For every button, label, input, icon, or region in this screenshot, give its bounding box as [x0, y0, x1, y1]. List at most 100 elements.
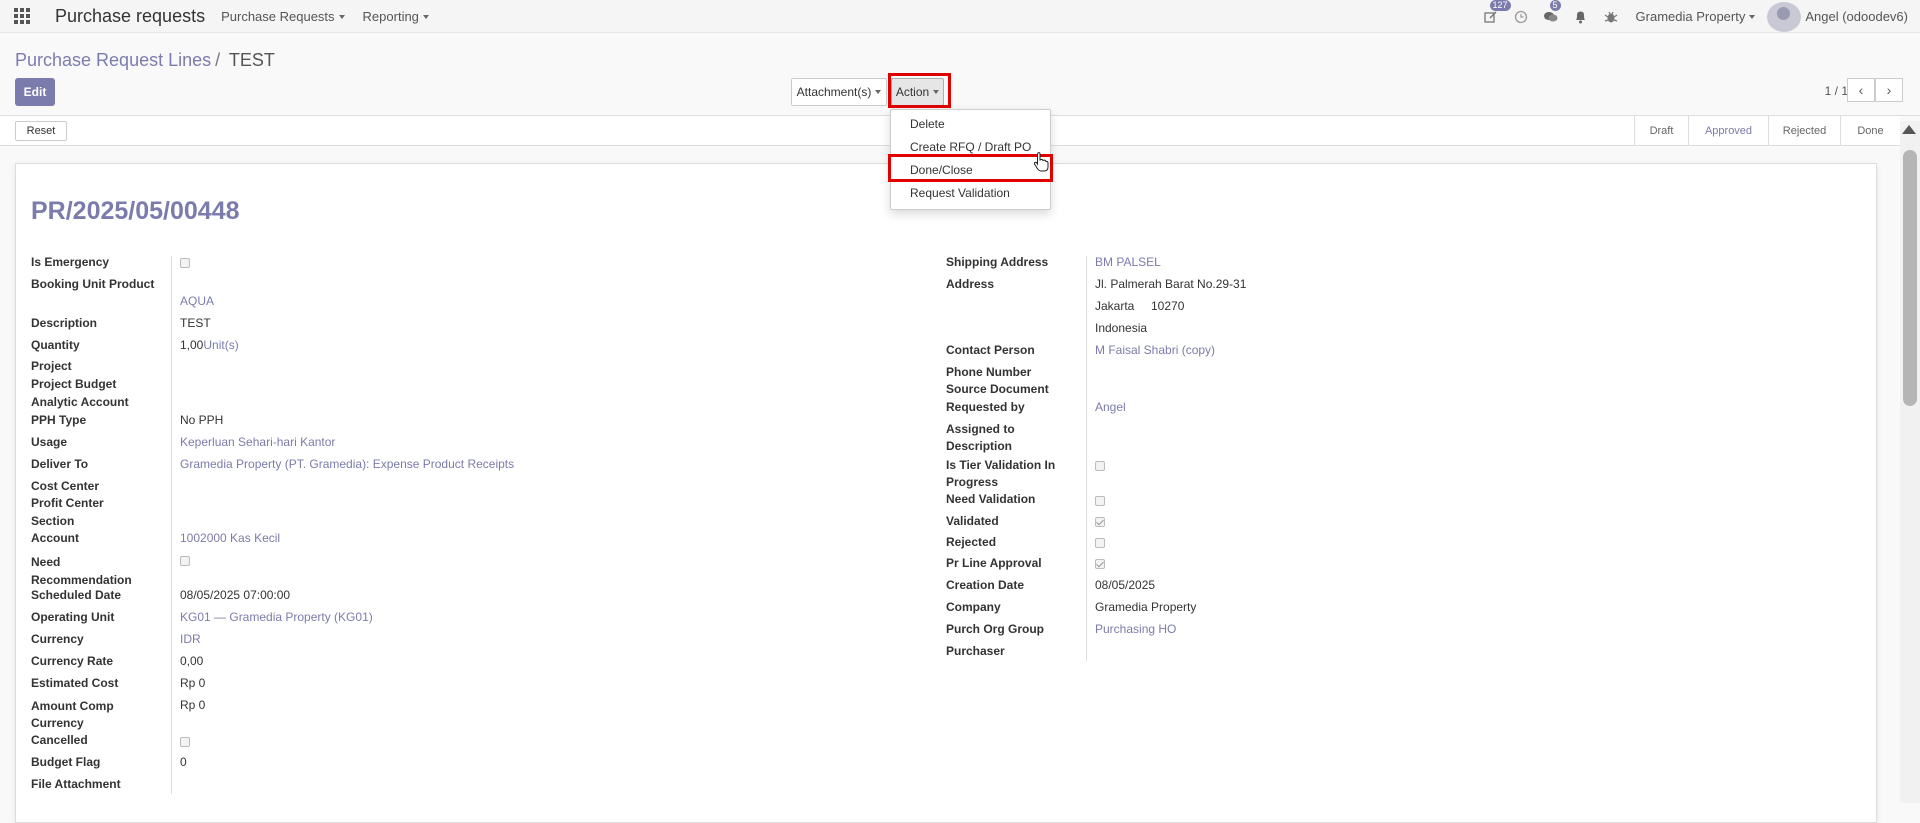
- value-company: Gramedia Property: [1095, 600, 1197, 614]
- user-menu[interactable]: Angel (odoodev6): [1805, 9, 1908, 24]
- value-pph-type: No PPH: [180, 413, 224, 427]
- label-currency: Currency: [31, 632, 84, 646]
- value-estimated-cost: Rp 0: [180, 676, 206, 690]
- scroll-up-icon[interactable]: [1902, 125, 1916, 134]
- value-address-zip: 10270: [1151, 299, 1185, 313]
- label-budget-flag: Budget Flag: [31, 755, 101, 769]
- right-column-divider: [1086, 256, 1087, 661]
- breadcrumb-current: TEST: [228, 50, 275, 70]
- breadcrumb-separator: /: [215, 50, 221, 70]
- label-description: Description: [31, 316, 98, 330]
- apps-menu-icon[interactable]: [0, 0, 44, 33]
- checkbox-rejected[interactable]: [1095, 538, 1105, 548]
- label-scheduled-date: Scheduled Date: [31, 588, 122, 602]
- pager-value[interactable]: 1 / 1: [1825, 84, 1848, 98]
- label-phone-number: Phone Number: [946, 365, 1032, 379]
- scrollbar-thumb[interactable]: [1903, 150, 1917, 406]
- menu-purchase-requests[interactable]: Purchase Requests: [221, 9, 345, 24]
- label-estimated-cost: Estimated Cost: [31, 676, 119, 690]
- label-is-tier-validation: Is Tier Validation In Progress: [946, 458, 1056, 489]
- label-usage: Usage: [31, 435, 68, 449]
- bell-icon[interactable]: [1566, 0, 1596, 33]
- label-is-emergency: Is Emergency: [31, 255, 110, 269]
- value-currency[interactable]: IDR: [180, 632, 201, 647]
- value-amount-comp-currency: Rp 0: [180, 698, 206, 712]
- value-requested-by[interactable]: Angel: [1095, 400, 1126, 415]
- label-validated: Validated: [946, 514, 999, 528]
- label-source-document: Source Document: [946, 382, 1049, 396]
- checkbox-is-tier-validation[interactable]: [1095, 461, 1105, 471]
- label-purchaser: Purchaser: [946, 644, 1005, 658]
- action-dropdown-menu: Delete Create RFQ / Draft PO Done/Close …: [890, 109, 1051, 210]
- checkbox-validated[interactable]: [1095, 517, 1105, 527]
- label-creation-date: Creation Date: [946, 578, 1025, 592]
- stage-approved[interactable]: Approved: [1688, 116, 1768, 146]
- value-creation-date: 08/05/2025: [1095, 578, 1156, 592]
- value-budget-flag: 0: [180, 755, 187, 769]
- label-deliver-to: Deliver To: [31, 457, 89, 471]
- value-purch-org-group[interactable]: Purchasing HO: [1095, 622, 1176, 637]
- value-quantity: 1,00Unit(s): [180, 338, 239, 352]
- edit-button[interactable]: Edit: [15, 78, 55, 106]
- label-file-attachment: File Attachment: [31, 777, 121, 791]
- value-booking-unit-product[interactable]: AQUA: [180, 294, 214, 309]
- label-booking-unit-product: Booking Unit Product: [31, 277, 155, 291]
- label-analytic-account: Analytic Account: [31, 395, 129, 409]
- label-project-budget: Project Budget: [31, 377, 117, 391]
- breadcrumb-parent[interactable]: Purchase Request Lines: [15, 50, 211, 70]
- label-assigned-to: Assigned to: [946, 422, 1015, 436]
- label-need-validation: Need Validation: [946, 492, 1036, 506]
- label-right-description: Description: [946, 439, 1013, 453]
- value-address-line1: Jl. Palmerah Barat No.29-31: [1095, 277, 1247, 291]
- action-request-validation[interactable]: Request Validation: [910, 186, 1010, 200]
- value-scheduled-date: 08/05/2025 07:00:00: [180, 588, 291, 602]
- label-pph-type: PPH Type: [31, 413, 87, 427]
- breadcrumb: Purchase Request Lines / TEST: [15, 50, 275, 71]
- app-title: Purchase requests: [55, 5, 206, 26]
- label-need-recommendation: Need Recommendation: [31, 555, 132, 587]
- reset-button[interactable]: Reset: [15, 121, 67, 141]
- value-address-country: Indonesia: [1095, 321, 1148, 335]
- action-delete[interactable]: Delete: [910, 117, 945, 131]
- debug-bug-icon[interactable]: [1596, 0, 1626, 33]
- action-create-rfq[interactable]: Create RFQ / Draft PO: [910, 140, 1031, 154]
- checkbox-is-emergency[interactable]: [180, 258, 190, 268]
- top-navbar: Purchase requests Purchase Requests Repo…: [0, 0, 1920, 33]
- label-address: Address: [946, 277, 995, 291]
- value-currency-rate: 0,00: [180, 654, 204, 668]
- value-contact-person[interactable]: M Faisal Shabri (copy): [1095, 343, 1215, 358]
- value-description: TEST: [180, 316, 211, 330]
- checkbox-cancelled[interactable]: [180, 737, 190, 747]
- clock-icon[interactable]: [1506, 0, 1536, 33]
- label-rejected: Rejected: [946, 535, 997, 549]
- stage-done[interactable]: Done: [1840, 116, 1900, 146]
- stage-draft[interactable]: Draft: [1634, 116, 1688, 146]
- value-account[interactable]: 1002000 Kas Kecil: [180, 531, 280, 546]
- label-company: Company: [946, 600, 1001, 614]
- action-done-close[interactable]: Done/Close: [910, 163, 973, 177]
- label-quantity: Quantity: [31, 338, 80, 352]
- label-cost-center: Cost Center: [31, 479, 100, 493]
- user-avatar[interactable]: [1767, 1, 1802, 32]
- attachments-button[interactable]: Attachment(s): [791, 78, 887, 106]
- stage-rejected[interactable]: Rejected: [1768, 116, 1840, 146]
- value-usage[interactable]: Keperluan Sehari-hari Kantor: [180, 435, 335, 450]
- menu-reporting[interactable]: Reporting: [363, 9, 429, 24]
- activity-edit-icon[interactable]: 127: [1476, 0, 1511, 33]
- value-shipping-address[interactable]: BM PALSEL: [1095, 255, 1161, 270]
- pager-next-button[interactable]: ›: [1875, 78, 1903, 102]
- company-switcher[interactable]: Gramedia Property: [1636, 9, 1756, 24]
- label-account: Account: [31, 531, 79, 545]
- value-deliver-to[interactable]: Gramedia Property (PT. Gramedia): Expens…: [180, 457, 514, 472]
- chat-icon[interactable]: 5: [1536, 0, 1566, 33]
- pager-previous-button[interactable]: ‹: [1847, 78, 1875, 102]
- quantity-uom-link[interactable]: Unit(s): [203, 338, 238, 352]
- checkbox-need-recommendation[interactable]: [180, 556, 190, 566]
- checkbox-pr-line-approval[interactable]: [1095, 559, 1105, 569]
- action-button[interactable]: Action: [891, 78, 944, 106]
- label-amount-comp-currency: Amount Comp Currency: [31, 699, 114, 730]
- checkbox-need-validation[interactable]: [1095, 496, 1105, 506]
- label-operating-unit: Operating Unit: [31, 610, 115, 624]
- label-project: Project: [31, 359, 72, 373]
- value-operating-unit[interactable]: KG01 — Gramedia Property (KG01): [180, 610, 373, 625]
